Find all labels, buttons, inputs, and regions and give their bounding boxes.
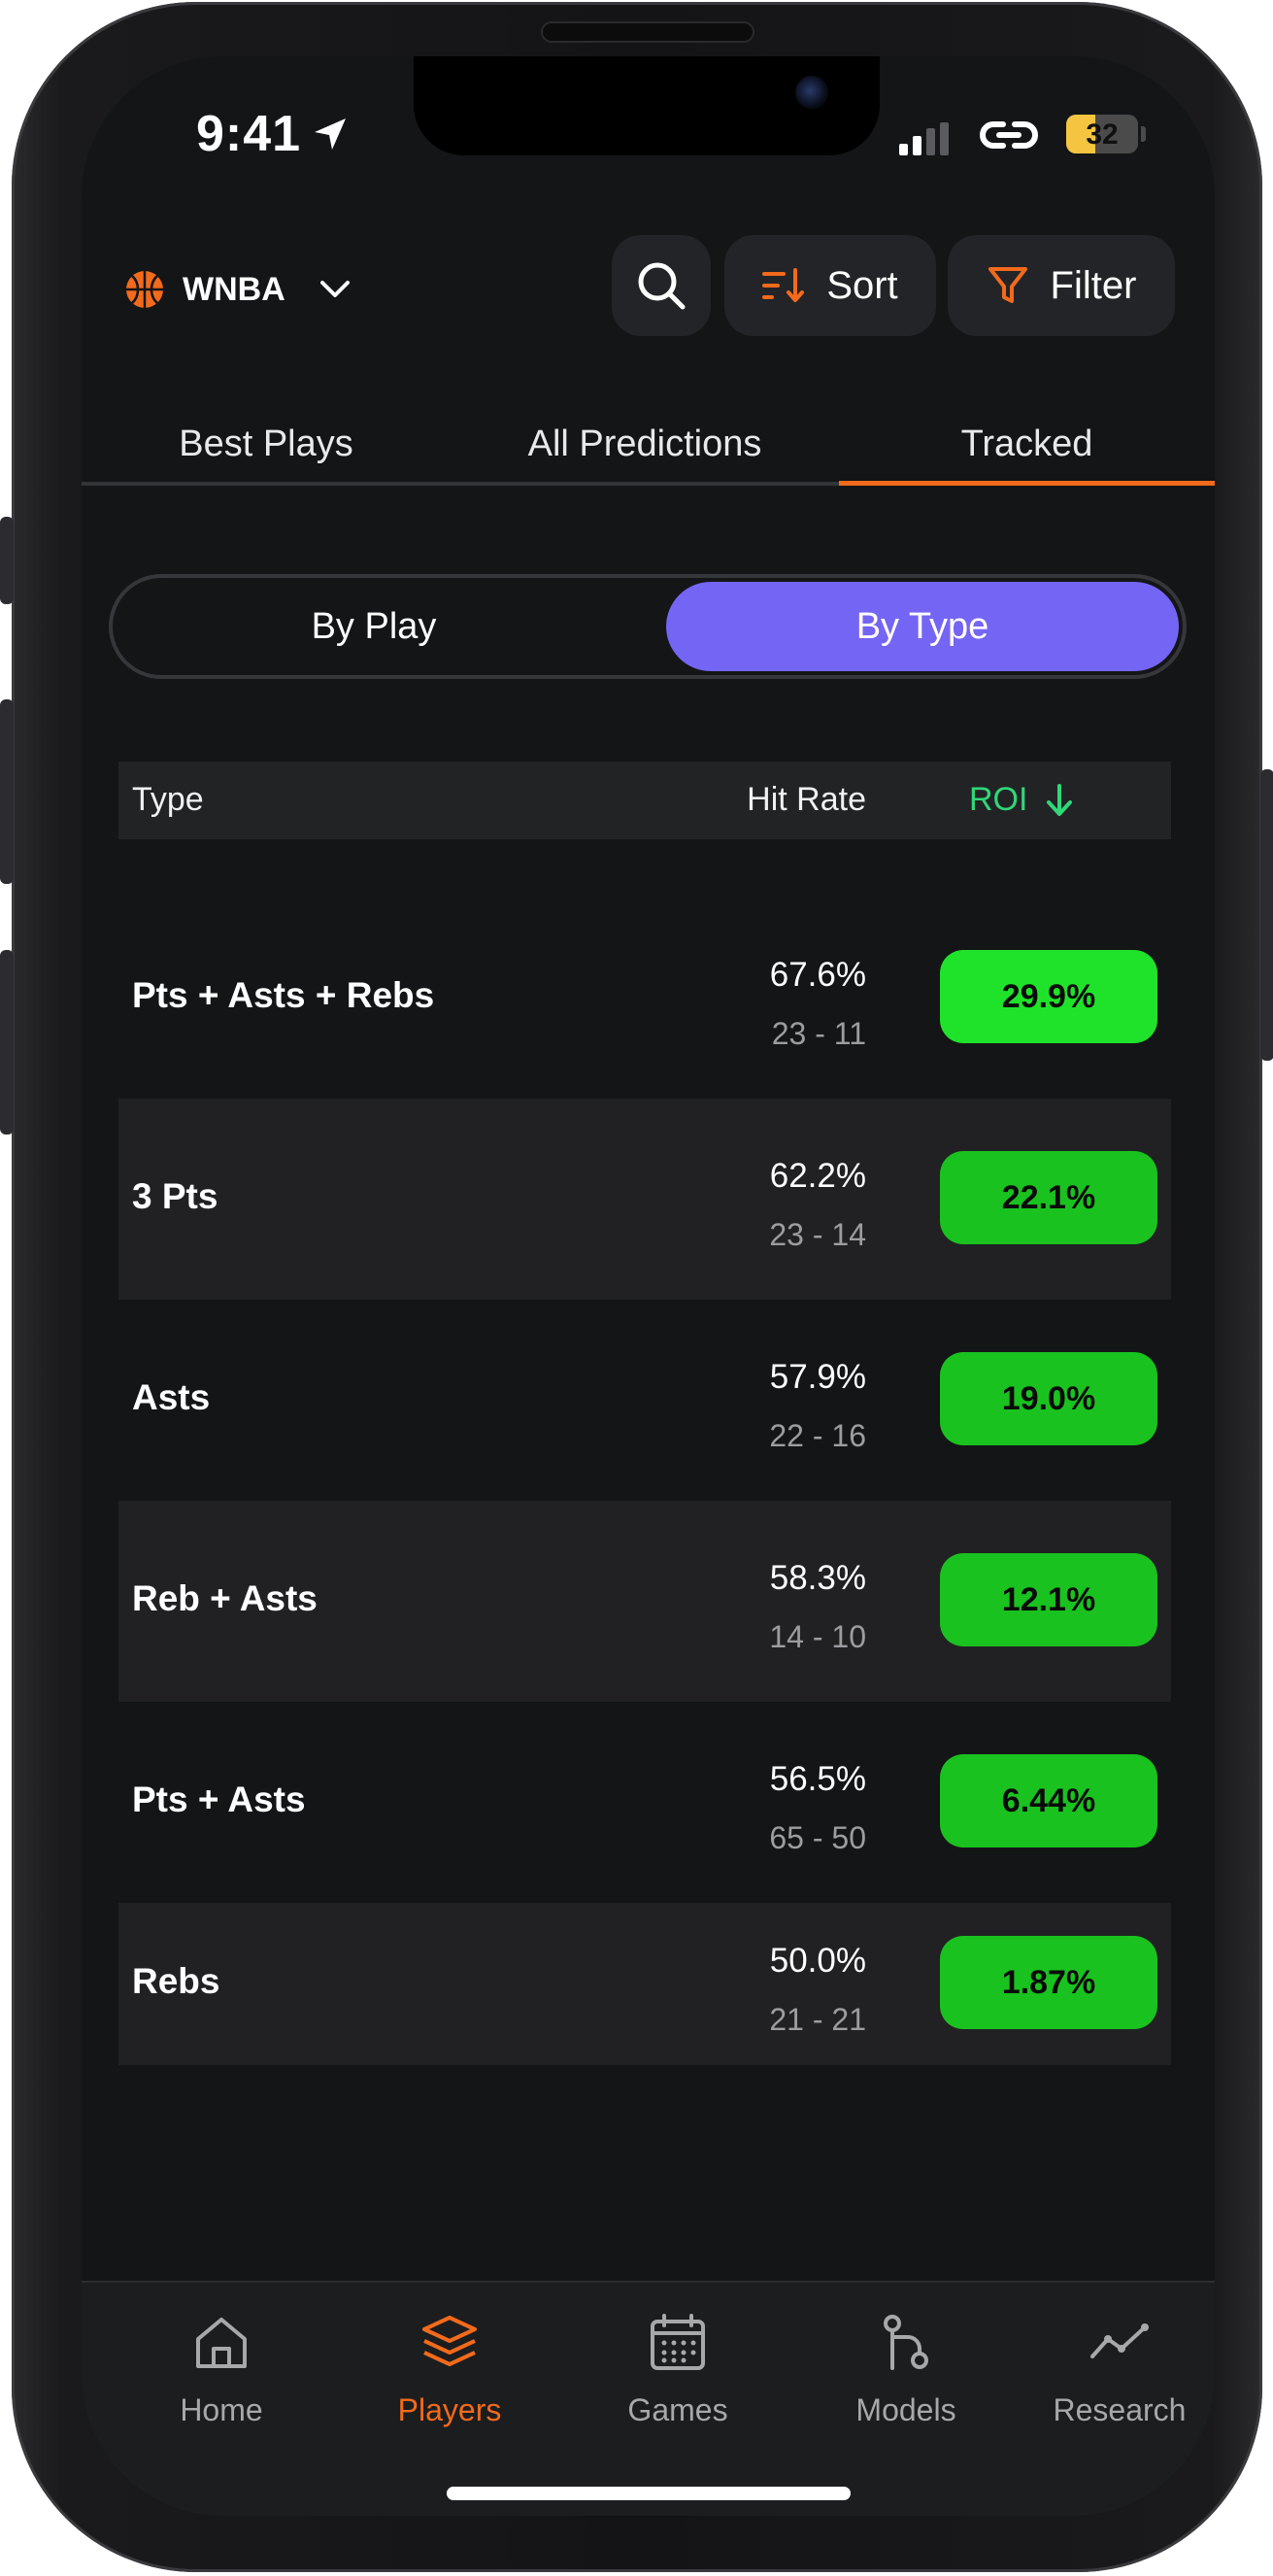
- volume-down-button: [0, 950, 14, 1135]
- row-hit-rate: 56.5%: [769, 1760, 866, 1798]
- dynamic-island: [414, 56, 880, 155]
- row-hit-rate: 58.3%: [769, 1559, 866, 1597]
- nav-players[interactable]: Players: [352, 2312, 547, 2428]
- row-hit-rate: 57.9%: [769, 1358, 866, 1396]
- row-type: Reb + Asts: [132, 1578, 318, 1618]
- location-arrow-icon: [315, 119, 346, 150]
- column-header-roi[interactable]: ROI: [969, 781, 1076, 819]
- model-icon: [884, 2315, 928, 2370]
- filter-button[interactable]: Filter: [948, 235, 1175, 336]
- trend-icon: [1090, 2323, 1149, 2358]
- battery-level: 32: [1086, 119, 1119, 151]
- row-record: 21 - 21: [769, 2002, 866, 2037]
- tab-bar: Best Plays All Predictions Tracked: [82, 406, 1215, 486]
- layers-icon: [422, 2316, 477, 2366]
- roi-header-label: ROI: [969, 781, 1028, 818]
- league-selector[interactable]: WNBA: [124, 260, 352, 319]
- table-header: Type Hit Rate ROI: [118, 762, 1171, 839]
- calendar-icon: [651, 2314, 705, 2370]
- row-hit-rate: 67.6%: [769, 956, 866, 994]
- table-row[interactable]: Asts 57.9% 22 - 16 19.0%: [118, 1300, 1171, 1501]
- search-icon: [638, 262, 686, 310]
- table-row[interactable]: Pts + Asts + Rebs 67.6% 23 - 11 29.9%: [118, 898, 1171, 1099]
- row-hit-rate: 50.0%: [769, 1942, 866, 1980]
- filter-icon: [988, 267, 1027, 303]
- filter-label: Filter: [1050, 263, 1137, 307]
- roi-badge: 22.1%: [940, 1151, 1157, 1244]
- column-header-hit-rate[interactable]: Hit Rate: [705, 781, 866, 819]
- row-record: 65 - 50: [769, 1820, 866, 1855]
- tab-tracked[interactable]: Tracked: [839, 406, 1215, 482]
- view-toggle: By Play By Type: [109, 574, 1187, 679]
- roi-badge: 12.1%: [940, 1553, 1157, 1646]
- nav-research[interactable]: Research: [1037, 2312, 1202, 2428]
- column-header-type[interactable]: Type: [132, 781, 204, 819]
- segment-by-play[interactable]: By Play: [117, 582, 631, 671]
- home-indicator[interactable]: [447, 2487, 851, 2500]
- tab-active-indicator: [839, 481, 1215, 486]
- search-button[interactable]: [612, 235, 711, 336]
- volume-up-button: [0, 699, 14, 884]
- basketball-icon: [126, 271, 163, 308]
- nav-games[interactable]: Games: [581, 2312, 775, 2428]
- row-type: Asts: [132, 1377, 211, 1417]
- row-hit-rate: 62.2%: [769, 1157, 866, 1195]
- personal-hotspot-icon: [980, 121, 1038, 149]
- power-button: [1260, 769, 1273, 1061]
- earpiece-speaker: [541, 21, 754, 43]
- row-type: 3 Pts: [132, 1176, 218, 1216]
- home-icon: [196, 2318, 247, 2368]
- roi-badge: 6.44%: [940, 1754, 1157, 1847]
- camera-icon: [795, 76, 828, 109]
- bottom-nav: Home Players Games Models Research: [82, 2281, 1215, 2516]
- roi-badge: 1.87%: [940, 1936, 1157, 2029]
- nav-models-label: Models: [855, 2392, 956, 2427]
- action-button: [0, 517, 14, 604]
- battery-indicator: 32: [1066, 115, 1138, 153]
- row-type: Rebs: [132, 1961, 220, 2001]
- tab-all-predictions[interactable]: All Predictions: [451, 406, 839, 482]
- sort-icon: [762, 268, 805, 302]
- row-record: 23 - 11: [771, 1016, 866, 1051]
- signal-icon: [899, 122, 949, 155]
- row-record: 14 - 10: [769, 1619, 866, 1654]
- nav-players-label: Players: [397, 2392, 502, 2427]
- roi-badge: 19.0%: [940, 1352, 1157, 1445]
- row-record: 23 - 14: [769, 1217, 866, 1252]
- table-row[interactable]: Rebs 50.0% 21 - 21 1.87%: [118, 1903, 1171, 2065]
- segment-by-type[interactable]: By Type: [666, 582, 1179, 671]
- nav-games-label: Games: [627, 2392, 728, 2427]
- arrow-down-icon: [1047, 783, 1073, 816]
- phone-frame: 9:41 32 WNBA Sort Filter Best Plays All …: [0, 2, 1273, 2572]
- row-type: Pts + Asts + Rebs: [132, 975, 435, 1015]
- sort-label: Sort: [826, 263, 898, 307]
- league-label: WNBA: [183, 270, 285, 308]
- nav-models[interactable]: Models: [809, 2312, 1003, 2428]
- status-time: 9:41: [196, 106, 302, 162]
- table-row[interactable]: Reb + Asts 58.3% 14 - 10 12.1%: [118, 1501, 1171, 1702]
- chevron-down-icon: [319, 281, 350, 297]
- sort-button[interactable]: Sort: [724, 235, 936, 336]
- tab-best-plays[interactable]: Best Plays: [82, 406, 451, 482]
- table-row[interactable]: Pts + Asts 56.5% 65 - 50 6.44%: [118, 1702, 1171, 1903]
- row-type: Pts + Asts: [132, 1779, 306, 1819]
- app-screen: 9:41 32 WNBA Sort Filter Best Plays All …: [82, 56, 1215, 2516]
- nav-research-label: Research: [1053, 2392, 1187, 2427]
- nav-home-label: Home: [180, 2392, 263, 2427]
- table-row[interactable]: 3 Pts 62.2% 23 - 14 22.1%: [118, 1099, 1171, 1300]
- roi-badge: 29.9%: [940, 950, 1157, 1043]
- row-record: 22 - 16: [769, 1418, 866, 1453]
- nav-home[interactable]: Home: [124, 2312, 318, 2428]
- battery-cap: [1141, 126, 1146, 142]
